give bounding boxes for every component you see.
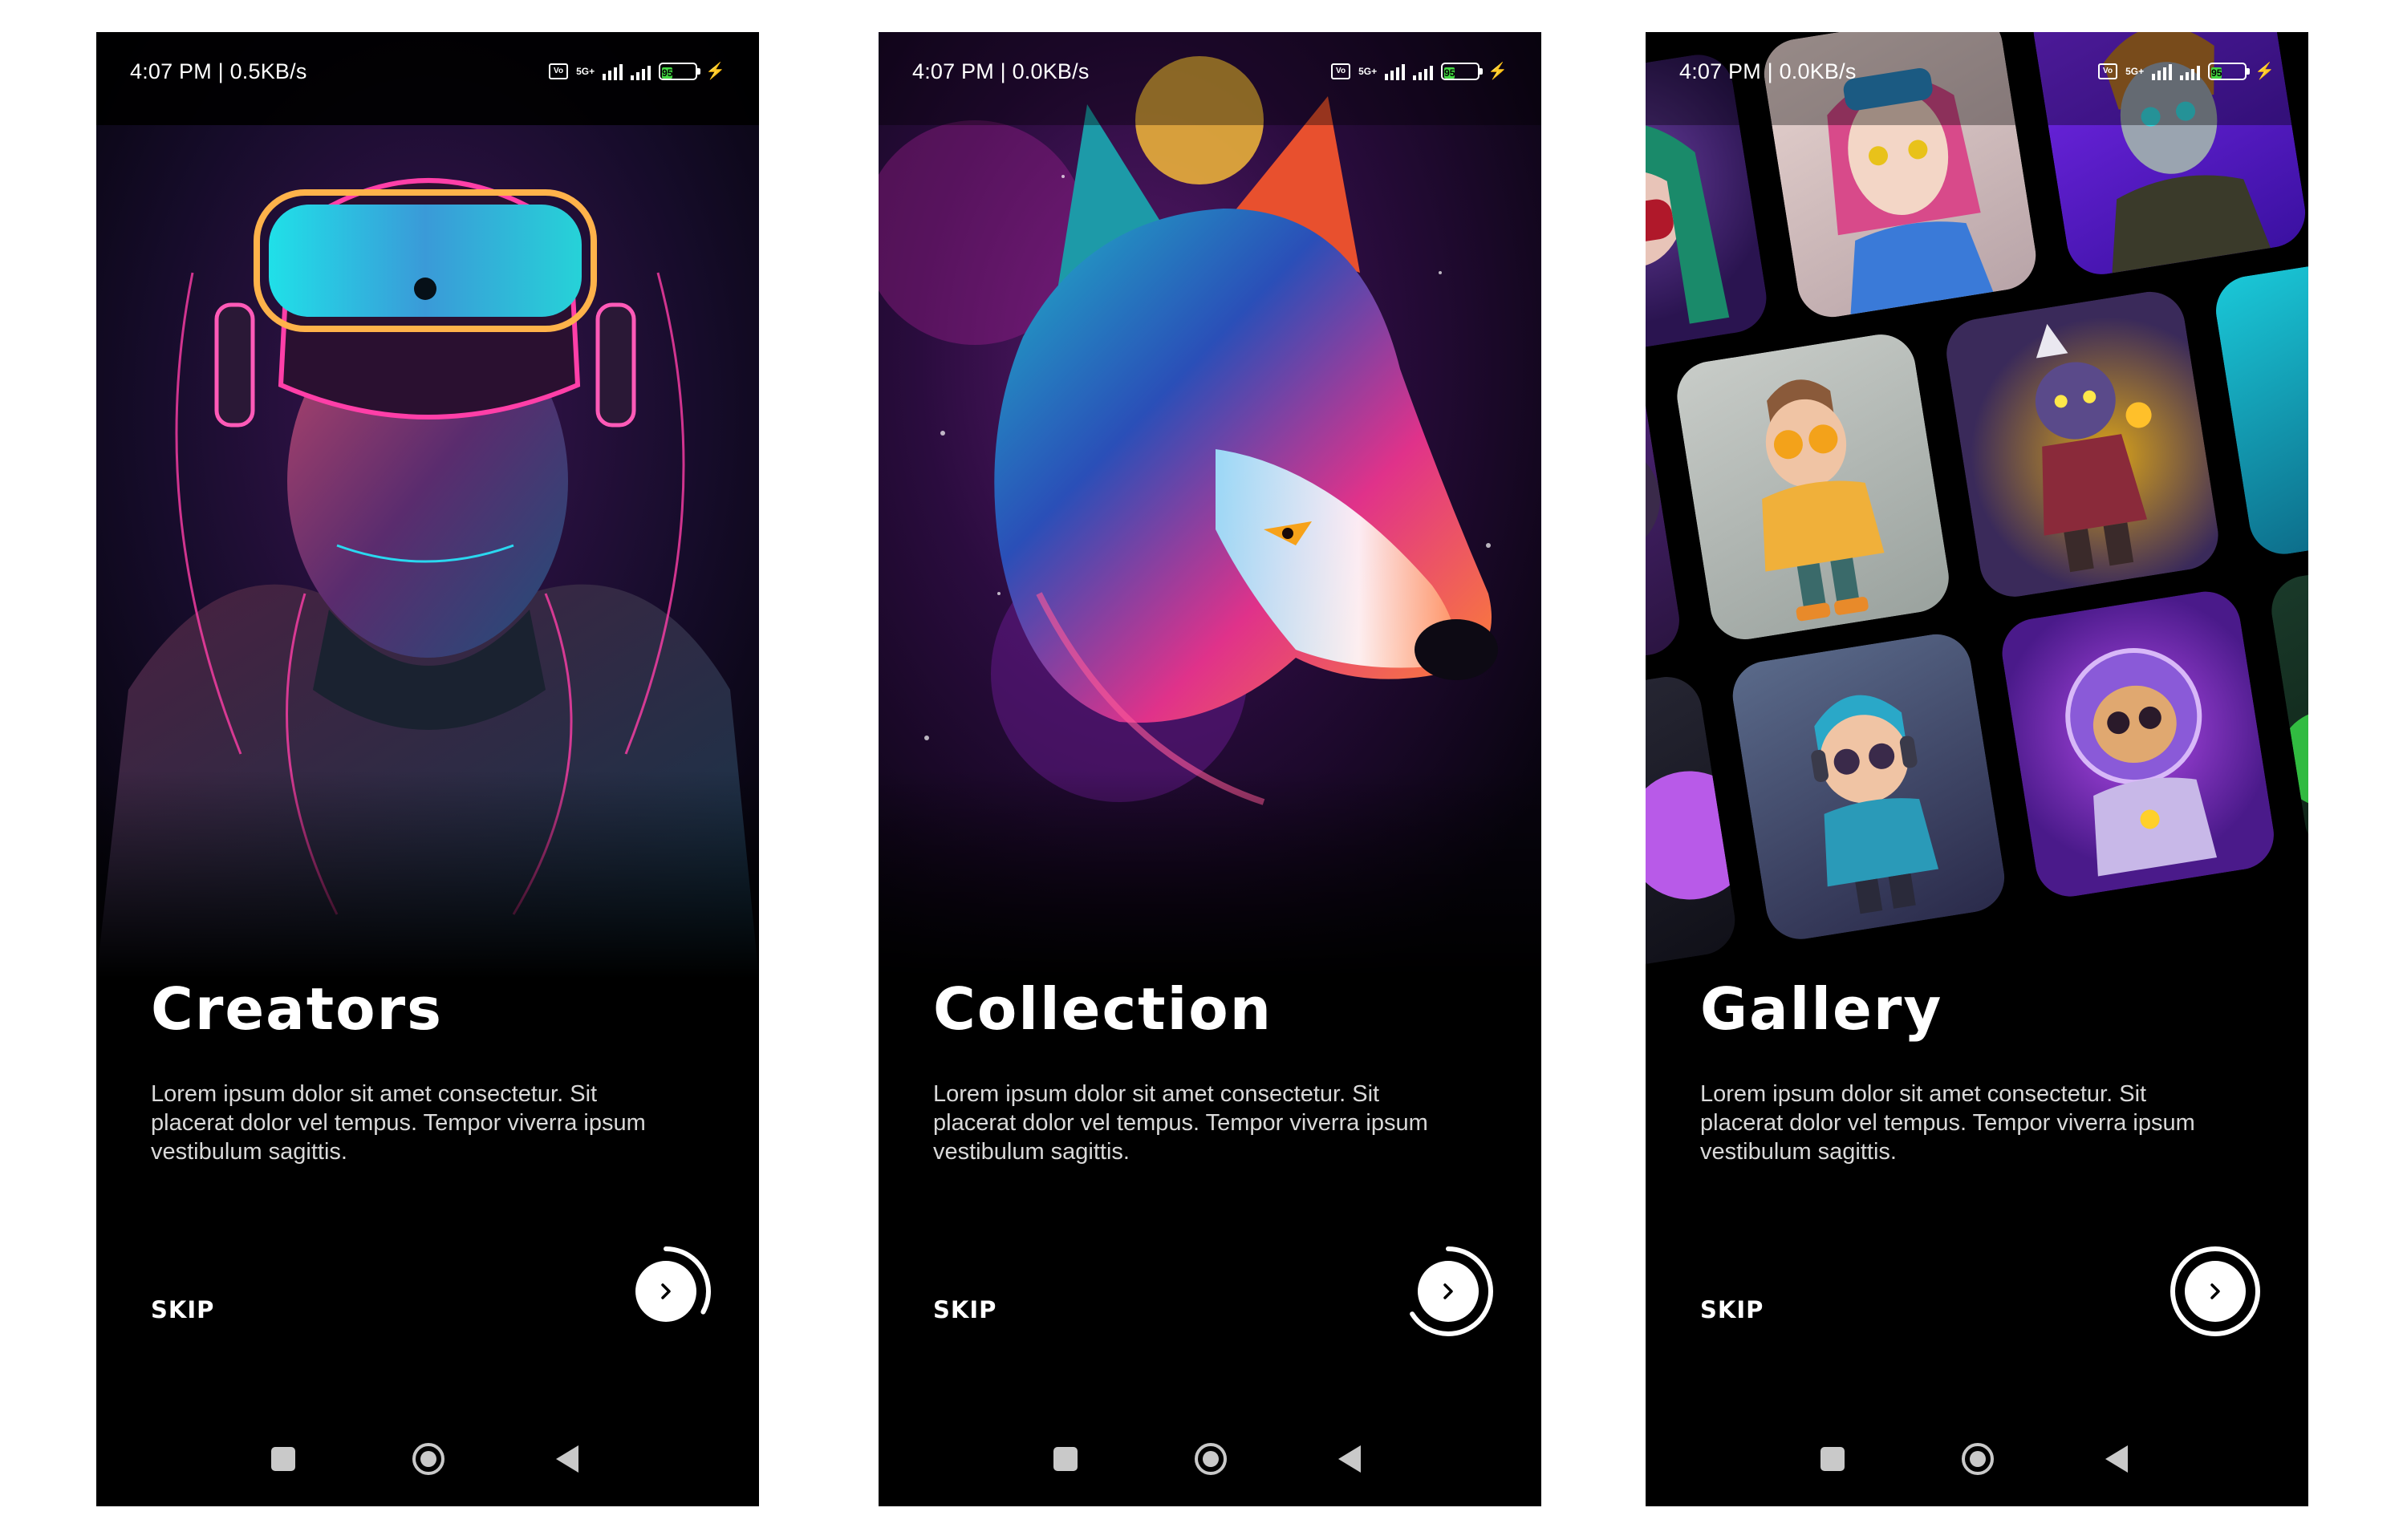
- charging-icon: ⚡: [1488, 63, 1508, 80]
- gallery-tile-astronaut-cat: [1997, 586, 2279, 902]
- gallery-tile-hooded-figure: [1646, 371, 1685, 687]
- charging-icon: ⚡: [705, 63, 725, 80]
- system-nav-bar: [1646, 1416, 2308, 1506]
- gallery-tile-purple-edge: [1646, 671, 1740, 979]
- status-bar: 4:07 PM | 0.5KB/s Vo 5G+ 95 ⚡: [96, 32, 759, 125]
- chevron-right-icon: [1443, 1283, 1453, 1299]
- next-button[interactable]: [2167, 1243, 2263, 1339]
- signal-icon: [603, 63, 623, 80]
- signal-icon: [1385, 63, 1406, 80]
- triangle-back-icon[interactable]: [2105, 1445, 2128, 1473]
- triangle-back-icon[interactable]: [556, 1445, 578, 1473]
- page-description: Lorem ipsum dolor sit amet consectetur. …: [151, 1081, 646, 1165]
- hero-image-character-grid: [1646, 32, 2308, 979]
- volte-icon: Vo: [1331, 63, 1351, 79]
- status-time-speed: 4:07 PM | 0.0KB/s: [912, 59, 1090, 83]
- status-icons: Vo 5G+ 95 ⚡: [1331, 58, 1508, 85]
- next-button[interactable]: [618, 1243, 714, 1339]
- volte-icon: Vo: [549, 63, 569, 79]
- battery-icon: 95: [1441, 63, 1484, 80]
- hero-image-neon-wolf: [879, 32, 1541, 979]
- status-bar: 4:07 PM | 0.0KB/s Vo 5G+ 95 ⚡: [1646, 32, 2308, 125]
- next-button-circle[interactable]: [1418, 1261, 1479, 1322]
- battery-level: 95: [2211, 67, 2222, 79]
- gallery-tile-ninja-cat: [1941, 286, 2223, 602]
- battery-level: 95: [662, 67, 673, 79]
- circle-icon[interactable]: [1962, 1443, 1994, 1475]
- hero-image-vr-creator: [96, 32, 759, 979]
- signal-icon: [2152, 63, 2173, 80]
- system-nav-bar: [879, 1416, 1541, 1506]
- gallery-tile-headphone-kid: [1727, 629, 2010, 945]
- square-icon[interactable]: [1820, 1447, 1845, 1471]
- charging-icon: ⚡: [2255, 63, 2275, 80]
- triangle-back-icon[interactable]: [1338, 1445, 1361, 1473]
- signal-icon-2: [2180, 63, 2201, 80]
- 5g-icon: 5G+: [2125, 65, 2145, 77]
- circle-icon[interactable]: [412, 1443, 444, 1475]
- skip-button[interactable]: SKIP: [151, 1296, 214, 1323]
- next-button[interactable]: [1400, 1243, 1496, 1339]
- chevron-right-icon: [2210, 1283, 2220, 1299]
- circle-icon[interactable]: [1195, 1443, 1227, 1475]
- status-icons: Vo 5G+ 95 ⚡: [549, 58, 725, 85]
- signal-icon-2: [1413, 63, 1434, 80]
- page-description: Lorem ipsum dolor sit amet consectetur. …: [933, 1081, 1428, 1165]
- status-time-speed: 4:07 PM | 0.5KB/s: [130, 59, 307, 83]
- page-description: Lorem ipsum dolor sit amet consectetur. …: [1700, 1081, 2195, 1165]
- signal-icon-2: [631, 63, 651, 80]
- 5g-icon: 5G+: [576, 65, 595, 77]
- next-button-circle[interactable]: [2185, 1261, 2246, 1322]
- 5g-icon: 5G+: [1358, 65, 1378, 77]
- system-nav-bar: [96, 1416, 759, 1506]
- status-icons: Vo 5G+ 95 ⚡: [2098, 58, 2275, 85]
- status-bar: 4:07 PM | 0.0KB/s Vo 5G+ 95 ⚡: [879, 32, 1541, 125]
- gallery-tile-green-edge: [2267, 544, 2308, 859]
- square-icon[interactable]: [271, 1447, 295, 1471]
- gallery-tile-edge-right: [2210, 244, 2308, 559]
- onboarding-screen-creators: 4:07 PM | 0.5KB/s Vo 5G+ 95 ⚡ Creators L…: [96, 32, 759, 1506]
- battery-level: 95: [1444, 67, 1455, 79]
- page-title: Gallery: [1700, 975, 1943, 1043]
- page-title: Creators: [151, 975, 444, 1043]
- next-button-circle[interactable]: [635, 1261, 696, 1322]
- battery-icon: 95: [2208, 63, 2251, 80]
- chevron-right-icon: [661, 1283, 671, 1299]
- onboarding-screen-gallery: 4:07 PM | 0.0KB/s Vo 5G+ 95 ⚡ Gallery Lo…: [1646, 32, 2308, 1506]
- status-time-speed: 4:07 PM | 0.0KB/s: [1679, 59, 1857, 83]
- skip-button[interactable]: SKIP: [933, 1296, 996, 1323]
- gallery-tile-jacket-boy: [1672, 329, 1954, 645]
- tile-grid: [1646, 32, 2308, 979]
- onboarding-screen-collection: 4:07 PM | 0.0KB/s Vo 5G+ 95 ⚡ Collection…: [879, 32, 1541, 1506]
- square-icon[interactable]: [1053, 1447, 1078, 1471]
- battery-icon: 95: [659, 63, 701, 80]
- volte-icon: Vo: [2098, 63, 2118, 79]
- skip-button[interactable]: SKIP: [1700, 1296, 1764, 1323]
- page-title: Collection: [933, 975, 1273, 1043]
